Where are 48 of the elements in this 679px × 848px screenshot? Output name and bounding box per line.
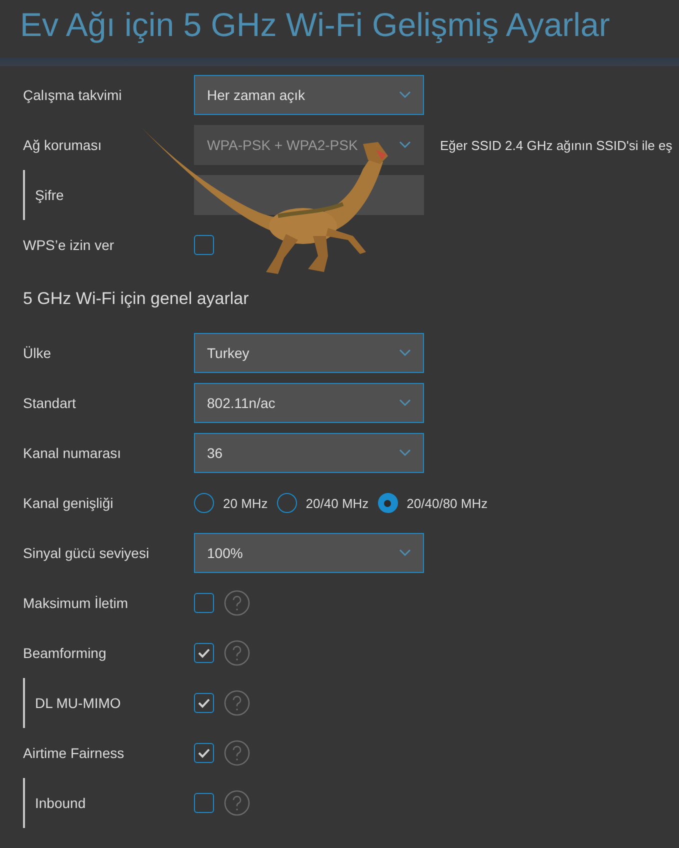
setting-label: Çalışma takvimi — [23, 87, 122, 103]
setting-label: Beamforming — [23, 645, 106, 661]
section-heading: 5 GHz Wi-Fi için genel ayarlar — [23, 289, 249, 309]
setting-label: WPS’e izin ver — [23, 237, 114, 253]
setting-label: Kanal numarası — [23, 445, 122, 461]
radio-button[interactable] — [276, 493, 297, 513]
dropdown[interactable]: Turkey — [194, 333, 424, 373]
radio-label: 20 MHz — [223, 496, 268, 510]
setting-label: Ağ koruması — [23, 137, 102, 153]
setting-label: Şifre — [23, 170, 64, 220]
setting-label: DL MU-MIMO — [23, 678, 121, 728]
setting-label: Kanal genişliği — [23, 495, 114, 511]
setting-label: Sinyal gücü seviyesi — [23, 545, 150, 561]
checkmark-icon — [198, 698, 210, 708]
checkmark-icon — [198, 748, 210, 758]
checkbox[interactable] — [194, 743, 214, 763]
radio-label: 20/40 MHz — [306, 496, 369, 510]
radio-button[interactable] — [194, 493, 214, 513]
checkbox[interactable] — [194, 793, 214, 813]
setting-label: Inbound — [23, 778, 86, 828]
page-title: Ev Ağı için 5 GHz Wi-Fi Gelişmiş Ayarlar — [19, 5, 611, 45]
chevron-down-icon — [399, 549, 411, 557]
radio-label: 20/40/80 MHz — [406, 496, 488, 510]
setting-label: Maksimum İletim — [23, 595, 128, 611]
radio-button[interactable] — [378, 493, 398, 513]
dropdown[interactable]: 36 — [194, 433, 424, 473]
checkbox[interactable] — [194, 643, 214, 663]
chevron-down-icon — [399, 349, 411, 357]
dropdown[interactable]: Her zaman açık — [194, 75, 424, 115]
help-icon[interactable] — [224, 690, 250, 716]
dropdown[interactable]: 802.11n/ac — [194, 383, 424, 423]
checkbox[interactable] — [194, 235, 214, 255]
setting-label: Standart — [23, 395, 76, 411]
chevron-down-icon — [399, 91, 411, 99]
help-icon[interactable] — [224, 590, 250, 616]
checkbox[interactable] — [194, 693, 214, 713]
checkmark-icon — [198, 648, 210, 658]
chevron-down-icon — [399, 449, 411, 457]
help-icon[interactable] — [224, 740, 250, 766]
setting-label: Airtime Fairness — [23, 745, 124, 761]
chevron-down-icon — [399, 399, 411, 407]
help-icon[interactable] — [224, 640, 250, 666]
note-text: Eğer SSID 2.4 GHz ağının SSID'si ile eş — [440, 138, 672, 152]
checkbox[interactable] — [194, 593, 214, 613]
chevron-down-icon — [399, 141, 411, 149]
dropdown[interactable]: 100% — [194, 533, 424, 573]
help-icon[interactable] — [224, 790, 250, 816]
setting-label: Ülke — [23, 345, 52, 361]
